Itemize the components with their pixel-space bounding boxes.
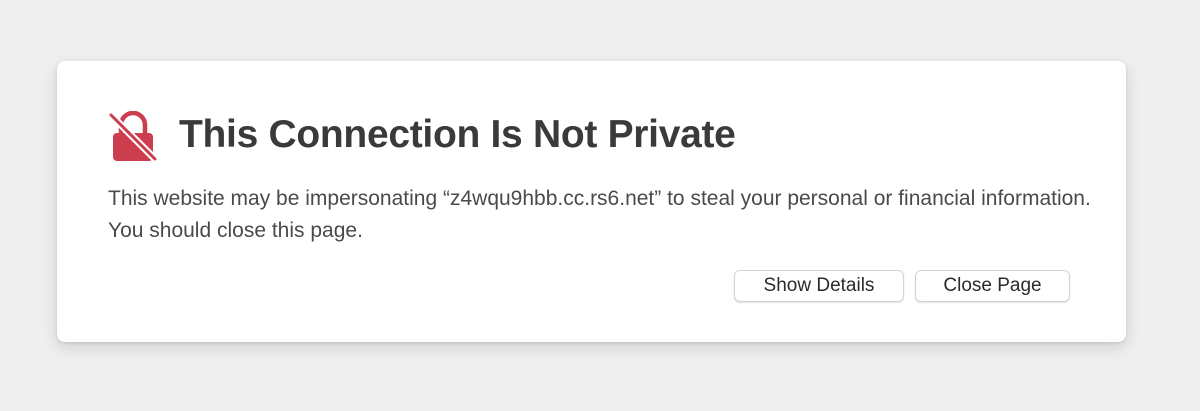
warning-message: This website may be impersonating “z4wqu… xyxy=(108,187,1091,242)
show-details-button[interactable]: Show Details xyxy=(734,270,904,302)
lock-slash-icon xyxy=(109,111,157,163)
warning-title: This Connection Is Not Private xyxy=(179,113,736,156)
close-page-button[interactable]: Close Page xyxy=(915,270,1070,302)
warning-dialog: This Connection Is Not Private This webs… xyxy=(57,61,1126,342)
